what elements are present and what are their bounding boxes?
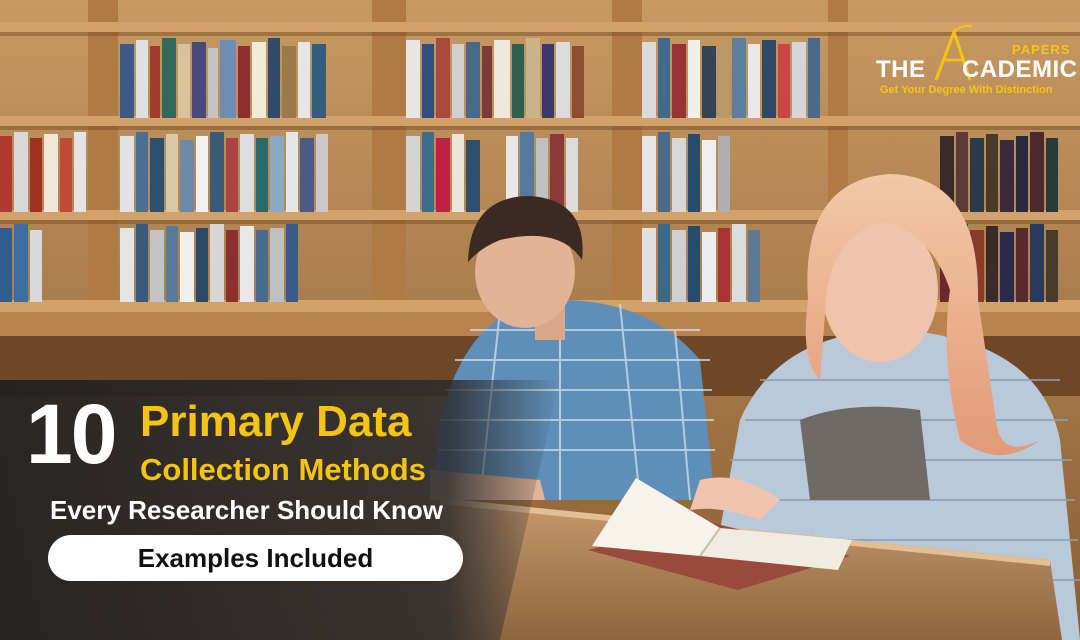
examples-badge-label: Examples Included (137, 542, 374, 573)
examples-badge: Examples Included (48, 535, 463, 581)
headline-subtitle: Every Researcher Should Know (50, 495, 444, 525)
brand-papers-text: PAPERS (1012, 42, 1071, 57)
brand-logo[interactable]: PAPERS THE CADEMIC Get Your Degree With … (872, 24, 1077, 102)
headline-title-line2: Collection Methods (140, 452, 426, 487)
brand-tagline: Get Your Degree With Distinction (880, 84, 1053, 96)
brand-name-right: CADEMIC (962, 56, 1078, 83)
headline-title-line1: Primary Data (140, 397, 412, 446)
brand-name-left: THE (876, 56, 926, 83)
headline-number: 10 (26, 387, 117, 481)
